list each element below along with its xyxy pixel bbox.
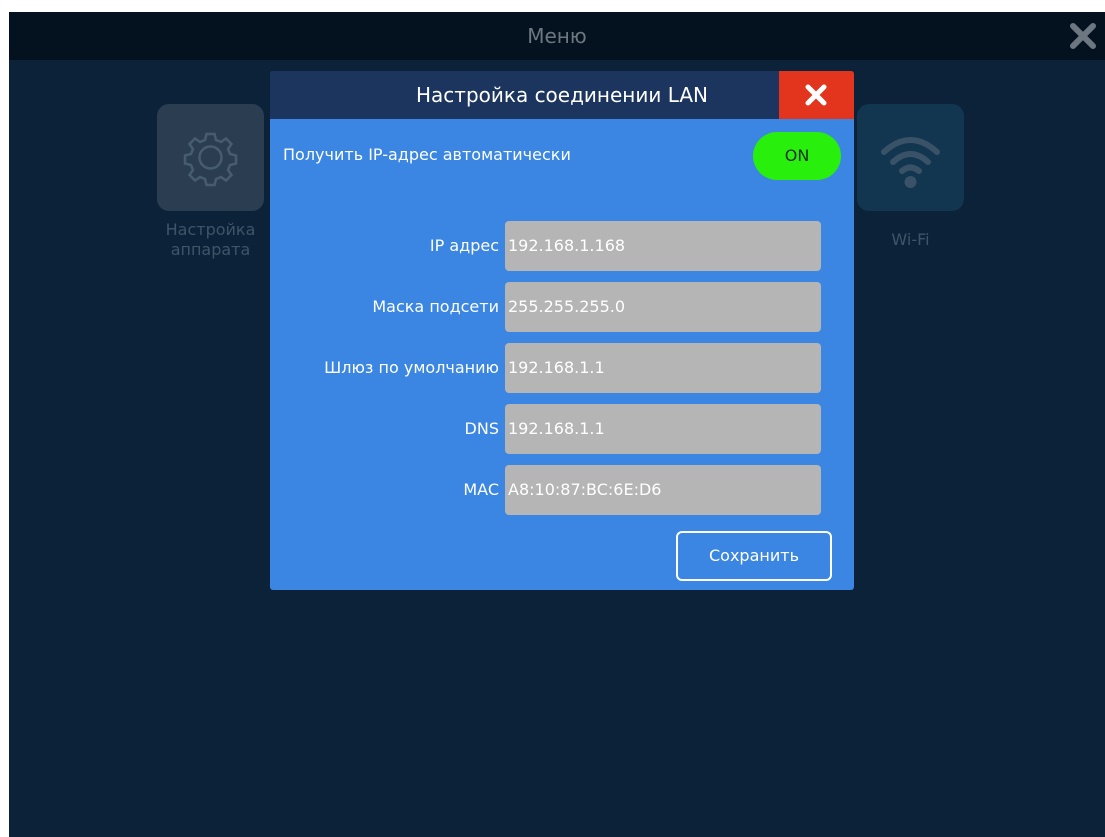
dialog-header: Настройка соединении LAN — [270, 71, 854, 119]
dns-field[interactable]: 192.168.1.1 — [505, 404, 821, 454]
gateway-row: Шлюз по умолчанию 192.168.1.1 — [270, 343, 854, 393]
close-icon — [1070, 23, 1096, 49]
ip-address-row: IP адрес 192.168.1.168 — [270, 221, 854, 271]
mac-label: MAC — [463, 480, 499, 499]
subnet-mask-field[interactable]: 255.255.255.0 — [505, 282, 821, 332]
subnet-mask-row: Маска подсети 255.255.255.0 — [270, 282, 854, 332]
dhcp-toggle[interactable]: ON — [753, 132, 841, 180]
dialog-close-button[interactable] — [779, 71, 854, 119]
wifi-tile[interactable] — [857, 104, 964, 211]
mac-row: MAC A8:10:87:BC:6E:D6 — [270, 465, 854, 515]
dns-row: DNS 192.168.1.1 — [270, 404, 854, 454]
ip-address-label: IP адрес — [429, 236, 499, 255]
dialog-title: Настройка соединении LAN — [416, 83, 708, 107]
menu-close-button[interactable] — [1069, 22, 1097, 50]
dhcp-label: Получить IP-адрес автоматически — [283, 145, 571, 164]
page-title: Меню — [527, 24, 587, 48]
gear-icon — [183, 132, 238, 187]
device-settings-tile[interactable] — [157, 104, 264, 211]
dhcp-toggle-label: ON — [784, 146, 810, 165]
device-settings-label: Настройка аппарата — [165, 220, 256, 259]
screen: Меню Настройка аппарата Wi-Fi Настройка … — [9, 12, 1105, 837]
mac-field[interactable]: A8:10:87:BC:6E:D6 — [505, 465, 821, 515]
gateway-label: Шлюз по умолчанию — [324, 358, 499, 377]
close-icon — [805, 84, 827, 106]
save-button[interactable]: Сохранить — [676, 531, 832, 581]
gateway-field[interactable]: 192.168.1.1 — [505, 343, 821, 393]
ip-address-field[interactable]: 192.168.1.168 — [505, 221, 821, 271]
top-bar: Меню — [9, 12, 1105, 60]
lan-settings-dialog: Настройка соединении LAN Получить IP-адр… — [270, 71, 854, 590]
wifi-icon — [881, 137, 940, 188]
dns-label: DNS — [464, 419, 499, 438]
subnet-mask-label: Маска подсети — [372, 297, 499, 316]
wifi-label: Wi-Fi — [891, 230, 930, 249]
